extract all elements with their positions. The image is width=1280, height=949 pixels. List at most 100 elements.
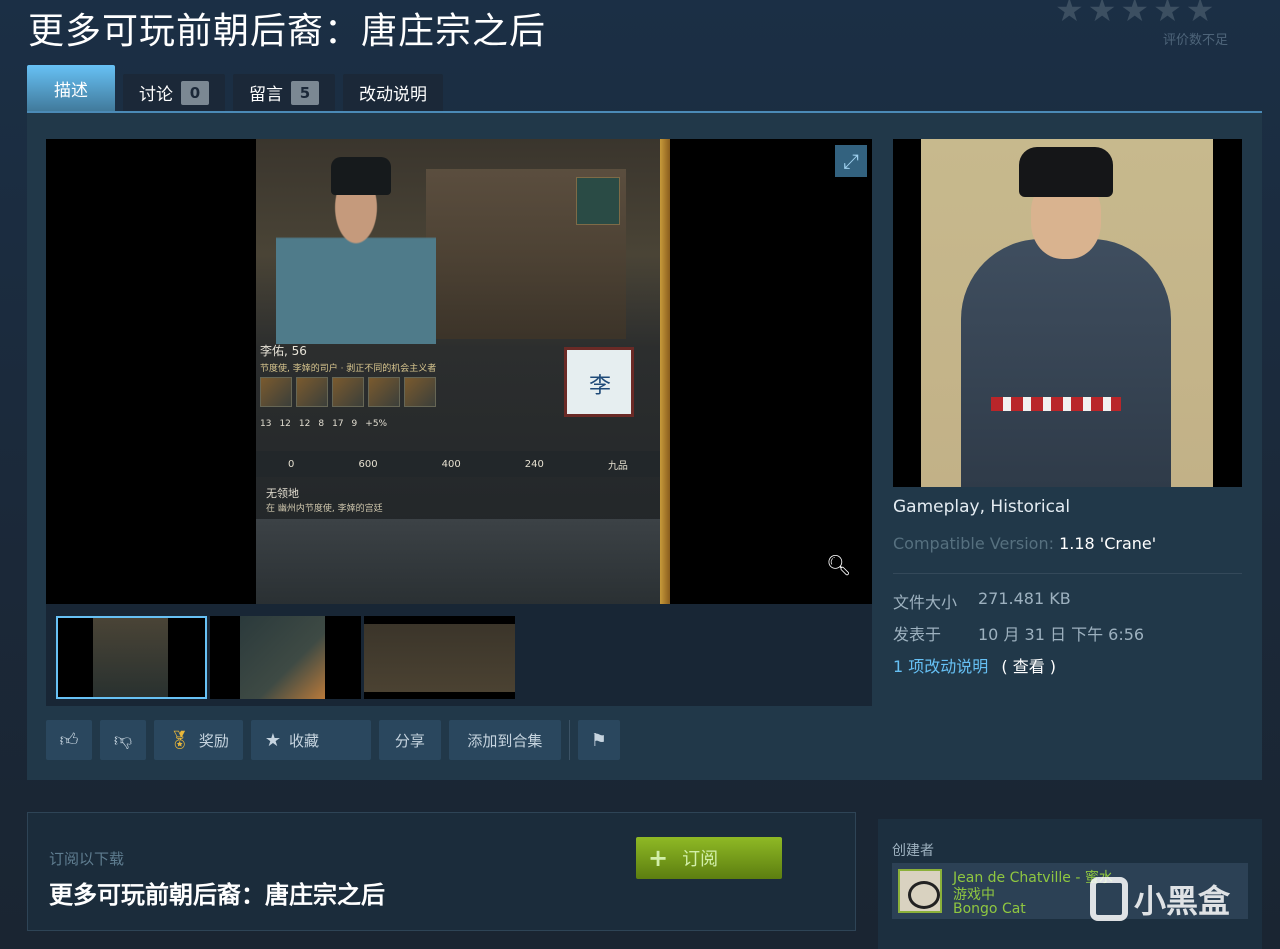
subscribe-box: 订阅以下载 更多可玩前朝后裔：唐庄宗之后 + 订阅 [27, 812, 856, 931]
report-button[interactable]: ⚑ [577, 720, 620, 760]
star-icon: ★ [1185, 0, 1215, 29]
trait-icon [296, 377, 328, 407]
thumbs-up-icon: 👍︎ [59, 730, 79, 751]
compat-value: 1.18 'Crane' [1059, 534, 1157, 553]
emperor-portrait [921, 139, 1213, 487]
tab-label: 描述 [54, 80, 88, 101]
share-button[interactable]: 分享 [378, 720, 441, 760]
creator-game: Bongo Cat [953, 901, 1026, 917]
liege-portrait [576, 177, 620, 225]
subscribe-title: 更多可玩前朝后裔：唐庄宗之后 [49, 881, 385, 909]
tab-discussions[interactable]: 讨论 0 [123, 74, 225, 111]
tab-comments[interactable]: 留言 5 [233, 74, 335, 111]
file-size-label: 文件大小 [893, 593, 958, 612]
stat-value: 8 [318, 419, 325, 429]
thumbs-down-icon: 👎︎ [113, 730, 133, 751]
view-link[interactable]: ( 查看 ) [1001, 657, 1056, 676]
count-badge: 5 [291, 80, 319, 105]
tab-description[interactable]: 描述 [27, 65, 115, 111]
rating-note: 评价数不足 [1163, 33, 1229, 48]
preview-image [893, 139, 1242, 487]
file-size-value: 271.481 KB [978, 589, 1071, 608]
stat-row: 13 12 12 8 17 9 +5% [260, 419, 387, 429]
change-notes-link[interactable]: 1 项改动说明 [893, 657, 988, 676]
trait-icon [404, 377, 436, 407]
area-title: 无领地 [266, 487, 299, 500]
favorite-label: 收藏 [289, 731, 320, 750]
tab-label: 改动说明 [359, 85, 427, 105]
thumbnail-strip [46, 604, 872, 706]
thumbnail[interactable] [364, 616, 515, 699]
flag-icon: ⚑ [590, 729, 607, 751]
watermark: 小黑盒 [1090, 876, 1230, 922]
subscribe-label: 订阅 [682, 849, 719, 870]
area-subtitle: 在 幽州内节度使, 李婞的宫廷 [266, 504, 383, 514]
count-badge: 0 [181, 80, 209, 105]
tab-change-notes[interactable]: 改动说明 [343, 74, 443, 111]
share-label: 分享 [394, 731, 425, 750]
star-icon: ★ [264, 729, 282, 751]
tag-link[interactable]: Gameplay [893, 497, 980, 517]
trait-row [260, 377, 436, 407]
stat-value: 13 [260, 419, 272, 429]
main-panel: 李佑, 56 节度使, 李婞的司户 · 剥正不同的机会主义者 13 12 12 … [27, 111, 1262, 780]
divider [893, 573, 1242, 574]
star-icon: ★ [1153, 0, 1182, 29]
tag-list: Gameplay, Historical [893, 497, 1070, 517]
compat-label: Compatible Version: [893, 534, 1060, 553]
resource-value: 0 [288, 458, 295, 470]
subscribe-button[interactable]: + 订阅 [636, 837, 782, 879]
frame-border [660, 139, 670, 604]
resource-value: 400 [441, 458, 461, 470]
heybox-logo-icon [1090, 877, 1128, 921]
character-figure [276, 149, 436, 344]
character-name: 李佑, 56 [260, 344, 307, 358]
tag-link[interactable]: Historical [990, 497, 1070, 517]
award-button[interactable]: 🏅︎ 奖励 [154, 720, 243, 760]
avatar[interactable] [898, 869, 942, 913]
file-size-row: 文件大小 271.481 KB [893, 589, 1071, 613]
page-title: 更多可玩前朝后裔：唐庄宗之后 [28, 11, 547, 52]
posted-row: 发表于 10 月 31 日 下午 6:56 [893, 621, 1144, 645]
thumbnail[interactable] [210, 616, 361, 699]
stat-value: 17 [332, 419, 344, 429]
divider [568, 720, 570, 760]
trait-icon [368, 377, 400, 407]
add-to-collection-button[interactable]: 添加到合集 [448, 720, 561, 760]
tab-bar: 描述 讨论 0 留言 5 改动说明 [27, 65, 443, 111]
character-subtitle: 节度使, 李婞的司户 · 剥正不同的机会主义者 [260, 364, 437, 374]
stat-value: +5% [365, 419, 388, 429]
main-screenshot[interactable]: 李佑, 56 节度使, 李婞的司户 · 剥正不同的机会主义者 13 12 12 … [46, 139, 872, 604]
creator-label: 创建者 [892, 843, 934, 859]
resource-value: 240 [524, 458, 544, 470]
plus-icon: + [648, 844, 669, 872]
thumbs-up-button[interactable]: 👍︎ [46, 720, 92, 760]
stat-value: 12 [298, 419, 311, 429]
subscribe-caption: 订阅以下载 [49, 850, 125, 868]
tab-label: 讨论 [139, 85, 173, 105]
stat-value: 12 [279, 419, 291, 429]
resource-value: 九品 [607, 460, 628, 472]
award-label: 奖励 [198, 731, 229, 750]
rating-stars: ★ ★ ★ ★ ★ [1055, 0, 1214, 26]
scene-background [256, 519, 660, 604]
action-bar: 👍︎ 👎︎ 🏅︎ 奖励 ★ 收藏 分享 添加到合集 ⚑ [46, 720, 620, 760]
compatible-version: Compatible Version: 1.18 'Crane' [893, 534, 1156, 553]
star-icon: ★ [1120, 0, 1150, 29]
posted-label: 发表于 [893, 625, 942, 644]
fullscreen-icon[interactable]: ⤢ [835, 145, 867, 177]
stat-value: 9 [351, 419, 358, 429]
zoom-icon[interactable]: 🔍︎ [826, 553, 854, 581]
game-screenshot: 李佑, 56 节度使, 李婞的司户 · 剥正不同的机会主义者 13 12 12 … [256, 139, 670, 604]
resource-bar: 0 600 400 240 九品 [256, 451, 660, 477]
add-to-collection-label: 添加到合集 [467, 731, 543, 750]
watermark-text: 小黑盒 [1134, 882, 1231, 920]
thumbnail[interactable] [56, 616, 207, 699]
tag-separator: , [979, 497, 991, 517]
trait-icon [332, 377, 364, 407]
star-icon: ★ [1087, 0, 1117, 29]
thumbs-down-button[interactable]: 👎︎ [100, 720, 146, 760]
resource-value: 600 [358, 458, 378, 470]
favorite-button[interactable]: ★ 收藏 [250, 720, 371, 760]
star-icon: ★ [1055, 0, 1084, 29]
